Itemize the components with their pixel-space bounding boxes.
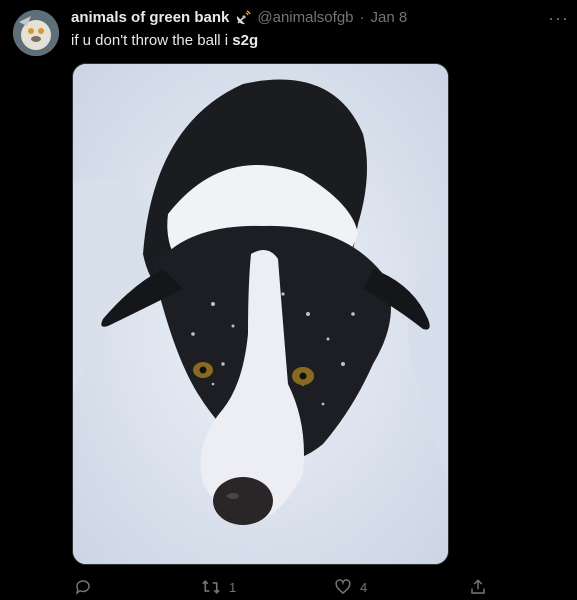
- like-count: 4: [360, 579, 368, 595]
- dog-in-snow-image: [73, 64, 448, 564]
- avatar[interactable]: [13, 10, 59, 56]
- handle[interactable]: @animalsofgb: [257, 9, 353, 26]
- avatar-image: [13, 10, 59, 56]
- separator-dot: ·: [359, 9, 365, 26]
- tweet-text: if u don't throw the ball i s2g: [71, 32, 258, 49]
- display-name[interactable]: animals of green bank: [71, 9, 229, 26]
- tweet-text-bold: s2g: [232, 32, 259, 49]
- satellite-dish-icon: [235, 9, 252, 26]
- tweet-text-main: if u don't throw the ball i: [71, 32, 233, 49]
- tweet-actions: 1 4: [0, 578, 577, 596]
- tweet-header: animals of green bank @animalsofgb · Jan…: [71, 9, 407, 26]
- heart-icon: [334, 578, 352, 596]
- tweet-date[interactable]: Jan 8: [371, 9, 408, 26]
- tweet-photo[interactable]: [72, 63, 449, 565]
- reply-icon: [74, 578, 92, 596]
- share-icon: [469, 578, 487, 596]
- reply-button[interactable]: [74, 578, 100, 596]
- like-button[interactable]: 4: [334, 578, 367, 596]
- share-button[interactable]: [469, 578, 487, 596]
- retweet-icon: [201, 578, 221, 596]
- retweet-count: 1: [229, 579, 237, 595]
- retweet-button[interactable]: 1: [201, 578, 236, 596]
- more-options-icon[interactable]: ···: [548, 8, 569, 29]
